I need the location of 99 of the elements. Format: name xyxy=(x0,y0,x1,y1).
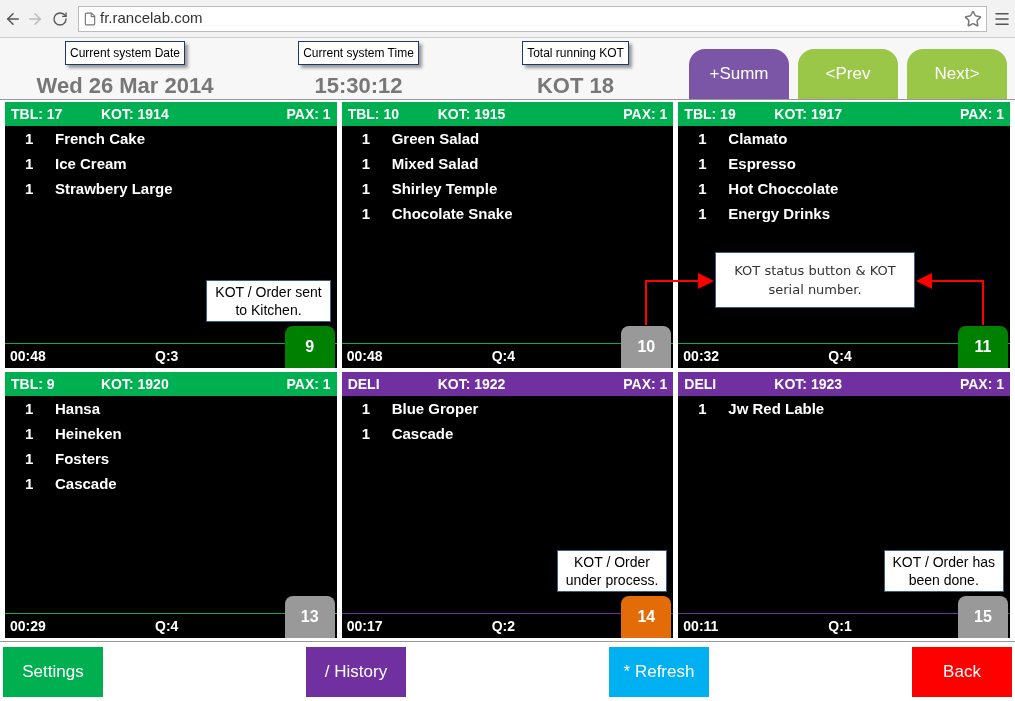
arrow xyxy=(645,273,714,326)
footer-button[interactable]: Back xyxy=(912,646,1012,697)
item-quantity: 1 xyxy=(360,129,371,150)
kot-number: KOT: 1920 xyxy=(101,374,170,394)
note-line: KOT / Order sent xyxy=(215,283,322,301)
table-label: TBL: 10 xyxy=(347,104,400,124)
kot-number: KOT: 1915 xyxy=(437,104,507,124)
elapsed-time: 00:29 xyxy=(10,616,47,636)
item-quantity: 1 xyxy=(360,424,371,445)
status-button[interactable]: 15 xyxy=(958,596,1008,638)
table-label: DELI xyxy=(347,374,381,394)
info-label: Current system Time xyxy=(298,41,419,65)
item-quantity: 1 xyxy=(24,179,35,200)
star-icon[interactable] xyxy=(964,9,982,28)
note-line: KOT / Order xyxy=(573,553,651,571)
kot-number: KOT: 1914 xyxy=(101,104,170,124)
info-label: Total running KOT xyxy=(522,41,629,65)
item-name: Hot Choccolate xyxy=(728,179,839,200)
note-line: to Kitchen. xyxy=(234,301,303,319)
quantity-total: Q:2 xyxy=(491,616,515,636)
arrow xyxy=(916,273,984,326)
item-name: Energy Drinks xyxy=(728,204,831,225)
pax-count: PAX: 1 xyxy=(623,374,668,394)
url-text: fr.rancelab.com xyxy=(100,8,204,29)
item-quantity: 1 xyxy=(360,399,371,420)
nav-tab[interactable]: +Summ xyxy=(689,49,789,99)
table-label: TBL: 9 xyxy=(11,374,56,394)
item-name: Strawbery Large xyxy=(55,179,173,200)
kot-number: KOT: 1917 xyxy=(774,104,844,124)
status-button[interactable]: 10 xyxy=(621,326,672,368)
item-name: Hansa xyxy=(55,399,101,420)
item-name: Shirley Temple xyxy=(391,179,498,200)
status-button[interactable]: 13 xyxy=(284,596,335,638)
item-quantity: 1 xyxy=(24,129,35,150)
quantity-total: Q:3 xyxy=(155,346,179,366)
item-name: Clamato xyxy=(728,129,788,150)
pax-count: PAX: 1 xyxy=(959,104,1004,124)
item-name: French Cake xyxy=(55,129,146,150)
footer-button[interactable]: Settings xyxy=(3,646,103,697)
table-label: DELI xyxy=(684,374,718,394)
item-quantity: 1 xyxy=(697,154,708,175)
status-button[interactable]: 14 xyxy=(621,596,672,638)
status-button[interactable]: 9 xyxy=(284,326,335,368)
pax-count: PAX: 1 xyxy=(286,374,331,394)
note-line: been done. xyxy=(907,571,980,589)
item-name: Chocolate Snake xyxy=(391,204,513,225)
footer-button[interactable]: * Refresh xyxy=(609,646,709,697)
item-quantity: 1 xyxy=(360,179,371,200)
item-quantity: 1 xyxy=(24,424,35,445)
item-quantity: 1 xyxy=(24,154,35,175)
item-name: Cascade xyxy=(55,474,117,495)
nav-tab[interactable]: Next> xyxy=(907,49,1007,99)
quantity-total: Q:4 xyxy=(155,616,179,636)
item-name: Heineken xyxy=(55,424,122,445)
item-quantity: 1 xyxy=(697,204,708,225)
item-quantity: 1 xyxy=(24,399,35,420)
elapsed-time: 00:48 xyxy=(10,346,47,366)
item-name: Ice Cream xyxy=(55,154,127,175)
item-quantity: 1 xyxy=(697,399,708,420)
kot-number: KOT: 1922 xyxy=(437,374,507,394)
table-label: TBL: 17 xyxy=(11,104,64,124)
item-name: Espresso xyxy=(728,154,796,175)
footer-button[interactable]: / History xyxy=(306,646,406,697)
item-quantity: 1 xyxy=(697,179,708,200)
kot-number: KOT: 1923 xyxy=(774,374,844,394)
item-name: Cascade xyxy=(391,424,454,445)
elapsed-time: 00:11 xyxy=(683,616,720,636)
elapsed-time: 00:17 xyxy=(346,616,384,636)
pax-count: PAX: 1 xyxy=(959,374,1004,394)
item-quantity: 1 xyxy=(24,474,35,495)
item-quantity: 1 xyxy=(697,129,708,150)
elapsed-time: 00:48 xyxy=(346,346,384,366)
quantity-total: Q:1 xyxy=(828,616,852,636)
nav-tab[interactable]: <Prev xyxy=(798,49,898,99)
elapsed-time: 00:32 xyxy=(683,346,721,366)
note-line: KOT / Order has xyxy=(892,553,995,571)
note-line: under process. xyxy=(565,571,659,589)
item-name: Blue Groper xyxy=(391,399,479,420)
item-quantity: 1 xyxy=(360,204,371,225)
item-name: Mixed Salad xyxy=(391,154,479,175)
item-quantity: 1 xyxy=(24,449,35,470)
pax-count: PAX: 1 xyxy=(286,104,331,124)
address-bar[interactable]: fr.rancelab.com xyxy=(78,5,987,32)
pax-count: PAX: 1 xyxy=(623,104,668,124)
status-button[interactable]: 11 xyxy=(958,326,1008,368)
quantity-total: Q:4 xyxy=(491,346,515,366)
info-label: Current system Date xyxy=(64,41,185,65)
reload-icon[interactable] xyxy=(52,10,68,27)
info-value: Wed 26 Mar 2014 xyxy=(36,73,214,99)
item-name: Jw Red Lable xyxy=(728,399,825,420)
item-name: Fosters xyxy=(55,449,110,470)
info-value: KOT 18 xyxy=(537,73,614,99)
table-label: TBL: 19 xyxy=(684,104,737,124)
item-name: Green Salad xyxy=(391,129,480,150)
page-icon xyxy=(83,11,97,26)
quantity-total: Q:4 xyxy=(828,346,852,366)
info-value: 15:30:12 xyxy=(314,73,403,99)
callout-box: KOT status button & KOT serial number. xyxy=(715,252,915,308)
item-quantity: 1 xyxy=(360,154,371,175)
